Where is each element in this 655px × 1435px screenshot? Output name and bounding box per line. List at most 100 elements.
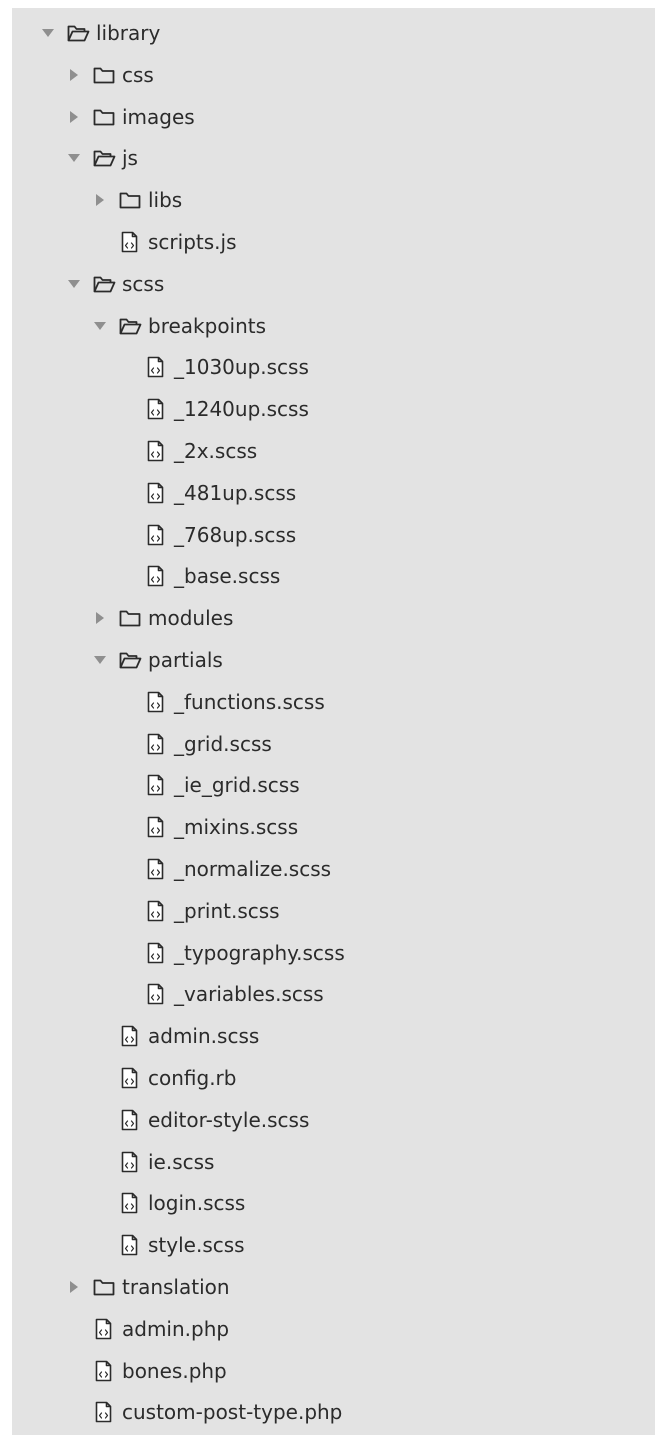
code-file-icon [144, 398, 168, 420]
tree-item-label: _481up.scss [174, 480, 297, 505]
triangle-down-icon[interactable] [92, 652, 108, 668]
tree-item-label: _normalize.scss [174, 857, 332, 881]
code-file-icon [144, 691, 168, 713]
tree-file-1240up-scss[interactable]: _1240up.scss [12, 388, 655, 430]
tree-item-label: _1240up.scss [174, 397, 309, 422]
folder-open-icon [92, 147, 116, 169]
triangle-right-icon[interactable] [66, 109, 82, 125]
code-file-icon [144, 900, 168, 922]
tree-file-768up-scss[interactable]: _768up.scss [12, 514, 655, 556]
tree-item-label: images [122, 104, 195, 129]
tree-file-2x-scss[interactable]: _2x.scss [12, 430, 655, 472]
code-file-icon [144, 482, 168, 504]
code-file-icon [118, 1109, 142, 1131]
code-file-icon [144, 524, 168, 546]
code-file-icon [144, 816, 168, 838]
folder-icon [92, 1276, 116, 1298]
triangle-down-icon[interactable] [40, 25, 56, 41]
file-tree-panel: library css images js libs scripts.js scss brea… [12, 8, 655, 1435]
folder-icon [92, 106, 116, 128]
tree-folder-libs[interactable]: libs [12, 179, 655, 221]
code-file-icon [144, 356, 168, 378]
tree-item-label: _ie_grid.scss [174, 773, 300, 798]
triangle-down-icon[interactable] [92, 318, 108, 334]
tree-folder-js[interactable]: js [12, 137, 655, 179]
tree-file-ie-grid-scss[interactable]: _ie_grid.scss [12, 764, 655, 806]
tree-file-normalize-scss[interactable]: _normalize.scss [12, 848, 655, 890]
tree-file-print-scss[interactable]: _print.scss [12, 890, 655, 932]
tree-item-label: login.scss [148, 1191, 246, 1216]
code-file-icon [144, 858, 168, 880]
tree-item-label: _grid.scss [174, 731, 272, 756]
tree-item-label: _print.scss [174, 898, 280, 923]
tree-item-label: _mixins.scss [174, 815, 299, 840]
code-file-icon [118, 1192, 142, 1214]
tree-item-label: config.rb [148, 1066, 237, 1090]
tree-file-editor-style-scss[interactable]: editor-style.scss [12, 1099, 655, 1141]
code-file-icon [144, 942, 168, 964]
tree-item-label: _typography.scss [174, 940, 345, 965]
tree-folder-css[interactable]: css [12, 54, 655, 96]
tree-file-base-scss[interactable]: _base.scss [12, 555, 655, 597]
tree-file-custom-post-type-php[interactable]: custom-post-type.php [12, 1391, 655, 1433]
tree-file-admin-scss[interactable]: admin.scss [12, 1015, 655, 1057]
code-file-icon [118, 1067, 142, 1089]
triangle-down-icon[interactable] [66, 276, 82, 292]
tree-item-label: modules [148, 606, 234, 631]
tree-file-1030up-scss[interactable]: _1030up.scss [12, 346, 655, 388]
code-file-icon [144, 983, 168, 1005]
tree-item-label: _base.scss [174, 564, 281, 589]
tree-item-label: _2x.scss [174, 439, 258, 463]
triangle-right-icon[interactable] [92, 192, 108, 208]
tree-file-scripts-js[interactable]: scripts.js [12, 221, 655, 263]
tree-item-label: scripts.js [148, 230, 237, 254]
triangle-right-icon[interactable] [92, 610, 108, 626]
folder-open-icon [118, 315, 142, 337]
tree-folder-partials[interactable]: partials [12, 639, 655, 681]
tree-item-label: custom-post-type.php [122, 1400, 343, 1425]
tree-folder-scss[interactable]: scss [12, 263, 655, 305]
tree-folder-images[interactable]: images [12, 96, 655, 138]
tree-file-ie-scss[interactable]: ie.scss [12, 1141, 655, 1183]
tree-file-variables-scss[interactable]: _variables.scss [12, 973, 655, 1015]
folder-open-icon [118, 649, 142, 671]
tree-item-label: css [122, 62, 154, 87]
triangle-right-icon[interactable] [66, 67, 82, 83]
tree-folder-modules[interactable]: modules [12, 597, 655, 639]
folder-icon [118, 189, 142, 211]
code-file-icon [92, 1401, 116, 1423]
triangle-down-icon[interactable] [66, 150, 82, 166]
tree-file-bones-php[interactable]: bones.php [12, 1350, 655, 1392]
folder-open-icon [66, 22, 90, 44]
tree-item-label: breakpoints [148, 313, 267, 338]
code-file-icon [144, 565, 168, 587]
tree-file-typography-scss[interactable]: _typography.scss [12, 932, 655, 974]
tree-folder-breakpoints[interactable]: breakpoints [12, 305, 655, 347]
tree-file-481up-scss[interactable]: _481up.scss [12, 472, 655, 514]
tree-item-label: style.scss [148, 1233, 245, 1258]
tree-file-login-scss[interactable]: login.scss [12, 1182, 655, 1224]
tree-file-grid-scss[interactable]: _grid.scss [12, 723, 655, 765]
tree-item-label: admin.php [122, 1316, 230, 1341]
folder-icon [118, 607, 142, 629]
tree-file-mixins-scss[interactable]: _mixins.scss [12, 806, 655, 848]
tree-file-config-rb[interactable]: config.rb [12, 1057, 655, 1099]
tree-item-label: editor-style.scss [148, 1107, 310, 1132]
tree-item-label: scss [122, 271, 165, 296]
triangle-right-icon[interactable] [66, 1279, 82, 1295]
tree-folder-library[interactable]: library [12, 12, 655, 54]
tree-item-label: translation [122, 1275, 230, 1299]
tree-file-style-scss[interactable]: style.scss [12, 1224, 655, 1266]
tree-item-label: _1030up.scss [174, 355, 309, 380]
tree-file-admin-php[interactable]: admin.php [12, 1308, 655, 1350]
tree-item-label: bones.php [122, 1358, 227, 1383]
tree-item-label: partials [148, 648, 223, 672]
tree-file-functions-scss[interactable]: _functions.scss [12, 681, 655, 723]
code-file-icon [144, 440, 168, 462]
folder-icon [92, 64, 116, 86]
tree-folder-translation[interactable]: translation [12, 1266, 655, 1308]
code-file-icon [92, 1318, 116, 1340]
tree-item-label: _functions.scss [174, 689, 325, 714]
tree-item-label: _variables.scss [174, 982, 324, 1007]
code-file-icon [118, 231, 142, 253]
